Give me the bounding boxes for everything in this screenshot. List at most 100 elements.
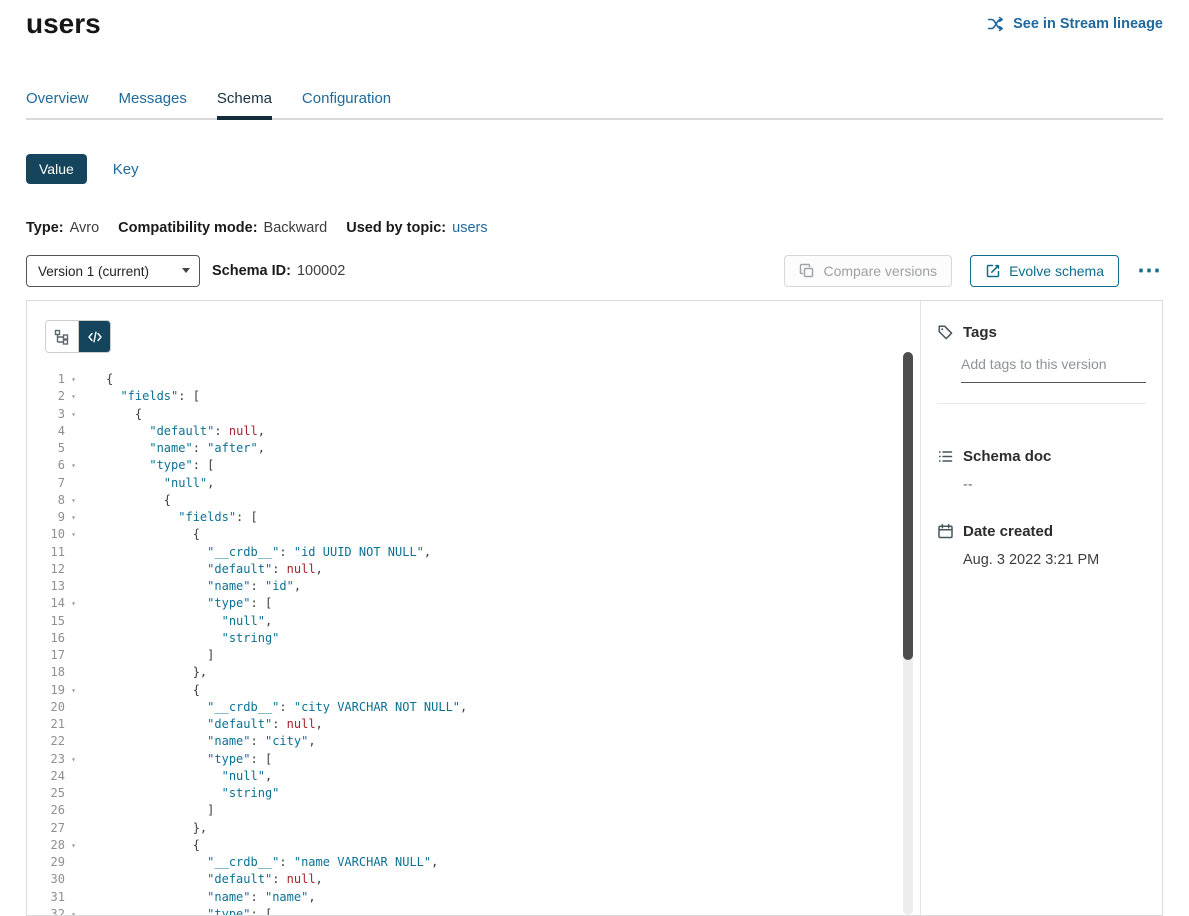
tab-bar: Overview Messages Schema Configuration	[26, 90, 391, 120]
tab-overview[interactable]: Overview	[26, 90, 89, 120]
compare-versions-button[interactable]: Compare versions	[784, 255, 952, 287]
code-line: 28▾ {	[27, 837, 896, 854]
code-line: 9▾ "fields": [	[27, 509, 896, 526]
code-text: "default": null,	[106, 561, 323, 578]
code-line: 6▾ "type": [	[27, 457, 896, 474]
code-view-toggle	[45, 320, 111, 353]
code-scrollbar-thumb[interactable]	[903, 352, 913, 660]
key-toggle-button[interactable]: Key	[113, 161, 139, 178]
code-line: 1▾{	[27, 371, 896, 388]
fold-toggle-icon[interactable]: ▾	[65, 509, 82, 526]
fold-toggle-icon[interactable]: ▾	[65, 595, 82, 612]
date-created-title: Date created	[963, 523, 1053, 540]
tree-view-button[interactable]	[46, 321, 78, 352]
meta-type: Type: Avro	[26, 220, 99, 236]
code-line: 26 ]	[27, 802, 896, 819]
code-line: 22 "name": "city",	[27, 733, 896, 750]
line-number: 13	[27, 578, 65, 595]
calendar-icon	[937, 523, 954, 540]
fold-spacer	[65, 647, 82, 664]
code-line: 31 "name": "name",	[27, 889, 896, 906]
code-line: 32▾ "type": [	[27, 906, 896, 915]
fold-toggle-icon[interactable]: ▾	[65, 457, 82, 474]
code-line: 11 "__crdb__": "id UUID NOT NULL",	[27, 544, 896, 561]
code-text: ]	[106, 647, 214, 664]
tab-schema[interactable]: Schema	[217, 90, 272, 120]
code-text: "fields": [	[106, 509, 258, 526]
code-line: 30 "default": null,	[27, 871, 896, 888]
line-number: 26	[27, 802, 65, 819]
doc-list-icon	[937, 448, 954, 465]
value-toggle-button[interactable]: Value	[26, 154, 87, 184]
fold-spacer	[65, 889, 82, 906]
code-text: {	[106, 837, 200, 854]
line-number: 6	[27, 457, 65, 474]
fold-toggle-icon[interactable]: ▾	[65, 371, 82, 388]
stream-lineage-icon	[987, 15, 1005, 33]
line-number: 28	[27, 837, 65, 854]
stream-lineage-link[interactable]: See in Stream lineage	[987, 15, 1163, 33]
fold-toggle-icon[interactable]: ▾	[65, 388, 82, 405]
evolve-schema-button[interactable]: Evolve schema	[970, 255, 1119, 287]
fold-spacer	[65, 475, 82, 492]
code-text: "null",	[106, 768, 272, 785]
code-text: {	[106, 526, 200, 543]
code-text: "null",	[106, 613, 272, 630]
line-number: 29	[27, 854, 65, 871]
meta-type-value: Avro	[70, 220, 100, 236]
topic-link[interactable]: users	[452, 220, 487, 236]
tree-view-icon	[54, 329, 70, 345]
line-number: 4	[27, 423, 65, 440]
meta-topic-label: Used by topic:	[346, 220, 446, 236]
tab-configuration[interactable]: Configuration	[302, 90, 391, 120]
fold-toggle-icon[interactable]: ▾	[65, 837, 82, 854]
line-number: 24	[27, 768, 65, 785]
fold-toggle-icon[interactable]: ▾	[65, 751, 82, 768]
line-number: 31	[27, 889, 65, 906]
meta-type-label: Type:	[26, 220, 64, 236]
tab-messages[interactable]: Messages	[119, 90, 187, 120]
code-line: 2▾ "fields": [	[27, 388, 896, 405]
line-number: 21	[27, 716, 65, 733]
fold-toggle-icon[interactable]: ▾	[65, 492, 82, 509]
line-number: 18	[27, 664, 65, 681]
version-select[interactable]: Version 1 (current)	[26, 255, 200, 287]
line-number: 27	[27, 820, 65, 837]
line-number: 7	[27, 475, 65, 492]
line-number: 25	[27, 785, 65, 802]
tags-title: Tags	[963, 324, 997, 341]
fold-toggle-icon[interactable]: ▾	[65, 906, 82, 915]
fold-spacer	[65, 544, 82, 561]
code-text: },	[106, 820, 207, 837]
code-line: 23▾ "type": [	[27, 751, 896, 768]
line-number: 11	[27, 544, 65, 561]
code-text: "name": "after",	[106, 440, 265, 457]
code-line: 29 "__crdb__": "name VARCHAR NULL",	[27, 854, 896, 871]
fold-toggle-icon[interactable]: ▾	[65, 682, 82, 699]
line-number: 20	[27, 699, 65, 716]
code-text: "string"	[106, 785, 279, 802]
fold-spacer	[65, 578, 82, 595]
fold-toggle-icon[interactable]: ▾	[65, 406, 82, 423]
schema-doc-section-header: Schema doc	[937, 448, 1146, 465]
line-number: 32	[27, 906, 65, 915]
code-line: 12 "default": null,	[27, 561, 896, 578]
fold-spacer	[65, 854, 82, 871]
fold-spacer	[65, 613, 82, 630]
more-actions-button[interactable]: ⋯	[1135, 259, 1163, 283]
code-text: "default": null,	[106, 716, 323, 733]
code-line: 5 "name": "after",	[27, 440, 896, 457]
code-text: "type": [	[106, 906, 272, 915]
fold-toggle-icon[interactable]: ▾	[65, 526, 82, 543]
code-view-button[interactable]	[78, 321, 110, 352]
code-view-icon	[87, 329, 103, 345]
fold-spacer	[65, 871, 82, 888]
date-created-section-header: Date created	[937, 523, 1146, 540]
line-number: 10	[27, 526, 65, 543]
code-scrollbar-track[interactable]	[903, 352, 913, 915]
add-tags-input[interactable]	[961, 353, 1146, 383]
line-number: 9	[27, 509, 65, 526]
schema-sidebar: Tags Schema doc -- Date created Aug. 3 2…	[920, 301, 1162, 915]
fold-spacer	[65, 802, 82, 819]
fold-spacer	[65, 561, 82, 578]
